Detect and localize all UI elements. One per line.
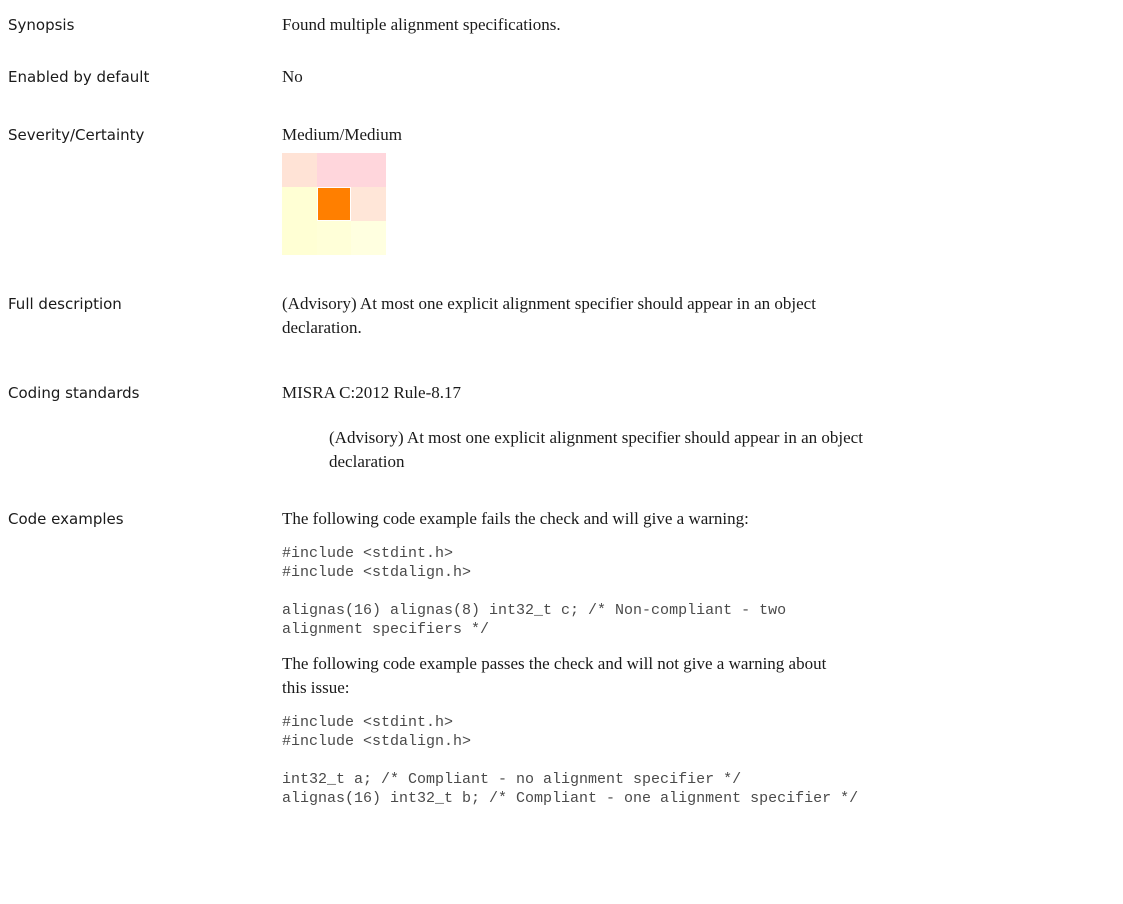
severity-certainty-matrix [282, 153, 386, 255]
matrix-cell [316, 221, 352, 255]
fail-code-block: #include <stdint.h> #include <stdalign.h… [282, 545, 787, 638]
full-description-label: Full description [8, 295, 122, 313]
synopsis-value: Found multiple alignment specifications. [282, 15, 561, 34]
coding-standards-label: Coding standards [8, 384, 140, 402]
rule-page: Synopsis Found multiple alignment specif… [0, 0, 1123, 904]
full-description-value: (Advisory) At most one explicit alignmen… [282, 294, 816, 337]
synopsis-label: Synopsis [8, 16, 75, 34]
severity-value: Medium/Medium [282, 125, 402, 144]
code-examples-label: Code examples [8, 510, 124, 528]
fail-example-intro: The following code example fails the che… [282, 509, 749, 528]
matrix-cell [282, 153, 317, 187]
matrix-cell [282, 221, 317, 255]
matrix-cell [351, 153, 386, 187]
matrix-cell [282, 187, 317, 221]
matrix-cell [351, 221, 386, 255]
severity-label: Severity/Certainty [8, 126, 145, 144]
pass-example-intro: The following code example passes the ch… [282, 654, 827, 697]
matrix-cell-highlighted [317, 188, 351, 220]
enabled-label: Enabled by default [8, 68, 150, 86]
pass-code-block: #include <stdint.h> #include <stdalign.h… [282, 714, 859, 807]
coding-standards-value: MISRA C:2012 Rule-8.17 [282, 383, 461, 402]
matrix-cell [351, 187, 386, 221]
coding-standards-detail: (Advisory) At most one explicit alignmen… [329, 428, 863, 471]
matrix-cell [316, 153, 352, 187]
enabled-value: No [282, 67, 303, 86]
